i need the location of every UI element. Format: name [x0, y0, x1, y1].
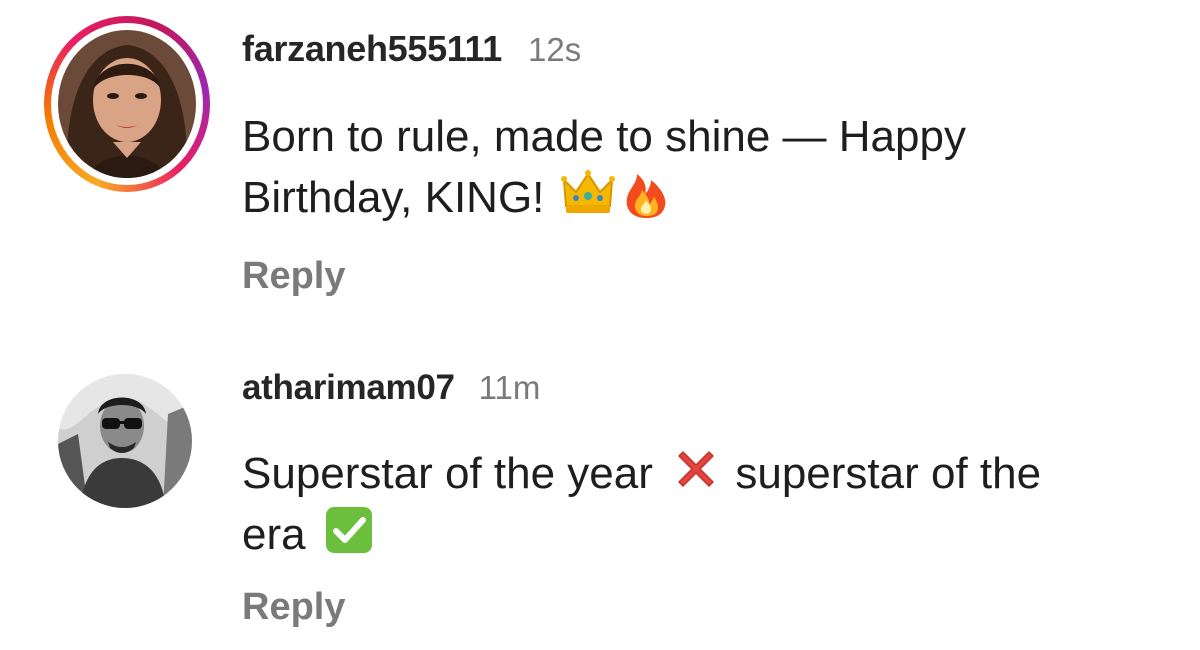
avatar-portrait-image [58, 30, 196, 178]
avatar[interactable] [58, 374, 192, 508]
comment-item: farzaneh555111 12s Born to rule, made to… [0, 0, 1200, 330]
avatar-ring-gap [51, 23, 203, 185]
avatar[interactable] [58, 30, 196, 178]
comment-text: Born to rule, made to shine — Happy Birt… [242, 108, 1142, 227]
timestamp: 12s [528, 31, 582, 68]
fire-icon [619, 166, 673, 220]
comment-item: atharimam07 11m Superstar of the year su… [0, 340, 1200, 640]
reply-button[interactable]: Reply [242, 586, 345, 629]
reply-button[interactable]: Reply [242, 255, 345, 298]
comment-body: atharimam07 11m Superstar of the year su… [242, 368, 1140, 629]
comment-body: farzaneh555111 12s Born to rule, made to… [242, 28, 1140, 298]
check-mark-icon [322, 503, 376, 557]
comment-meta: atharimam07 11m [242, 368, 1140, 418]
username[interactable]: atharimam07 [242, 368, 455, 408]
comment-meta: farzaneh555111 12s [242, 28, 1140, 78]
comment-text-part: Superstar of the year [242, 449, 653, 498]
timestamp: 11m [478, 369, 541, 406]
comment-text: Superstar of the year superstar of the e… [242, 442, 1102, 564]
cross-mark-icon [669, 442, 723, 496]
crown-icon [560, 166, 615, 220]
avatar-story-ring[interactable] [44, 16, 210, 192]
avatar-portrait-image [58, 374, 192, 508]
username[interactable]: farzaneh555111 [242, 28, 502, 70]
